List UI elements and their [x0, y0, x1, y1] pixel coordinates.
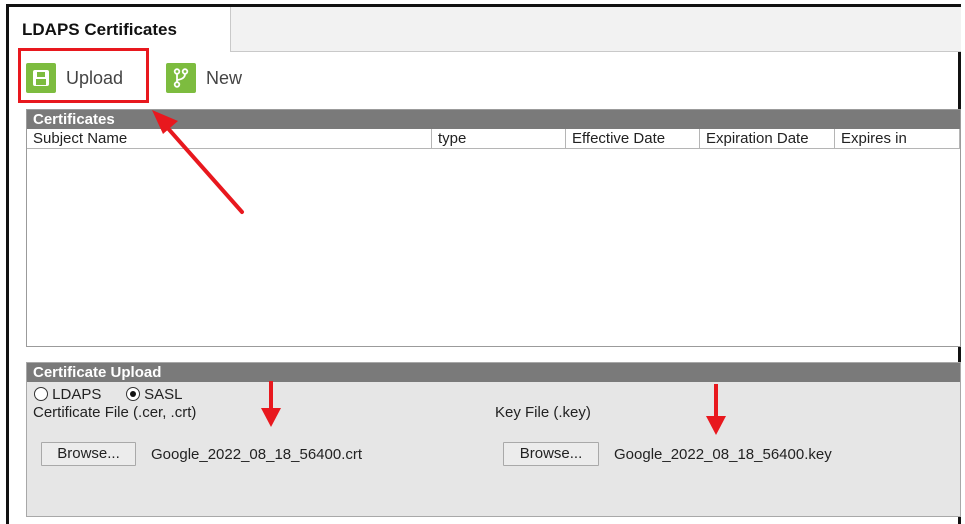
key-browse-button[interactable]: Browse...: [503, 442, 599, 466]
column-type[interactable]: type: [432, 129, 566, 149]
radio-ldaps-label: LDAPS: [52, 386, 102, 403]
column-expiration-date[interactable]: Expiration Date: [700, 129, 835, 149]
radio-sasl-label: SASL: [144, 386, 183, 403]
certificates-list[interactable]: [27, 149, 960, 346]
certificate-upload-body: LDAPS SASL Certificate File (.cer, .crt)…: [27, 382, 960, 516]
key-file-label: Key File (.key): [495, 404, 591, 421]
key-file-value: Google_2022_08_18_56400.key: [614, 446, 832, 463]
certificate-file-value: Google_2022_08_18_56400.crt: [151, 446, 363, 463]
certificates-panel: Certificates Subject Name type Effective…: [26, 109, 961, 347]
radio-sasl-circle[interactable]: [126, 387, 140, 401]
certificate-file-label: Certificate File (.cer, .crt): [33, 404, 197, 421]
upload-highlight-box: [18, 48, 149, 103]
branch-icon: [166, 63, 196, 93]
radio-ldaps-circle[interactable]: [34, 387, 48, 401]
column-effective-date[interactable]: Effective Date: [566, 129, 700, 149]
column-subject-name[interactable]: Subject Name: [27, 129, 432, 149]
new-button-label: New: [206, 67, 243, 88]
tab-ldaps-certificates[interactable]: LDAPS Certificates: [9, 7, 231, 52]
radio-sasl[interactable]: SASL: [126, 386, 183, 403]
column-expires-in[interactable]: Expires in: [835, 129, 960, 149]
certificates-header: Certificates: [27, 110, 960, 129]
new-button[interactable]: New: [166, 58, 242, 98]
certificate-upload-header: Certificate Upload: [27, 363, 960, 382]
tab-bar: LDAPS Certificates: [9, 7, 961, 52]
radio-ldaps[interactable]: LDAPS: [34, 386, 101, 403]
certificate-upload-panel: Certificate Upload LDAPS SASL Certificat…: [26, 362, 961, 517]
certificate-browse-button[interactable]: Browse...: [41, 442, 136, 466]
